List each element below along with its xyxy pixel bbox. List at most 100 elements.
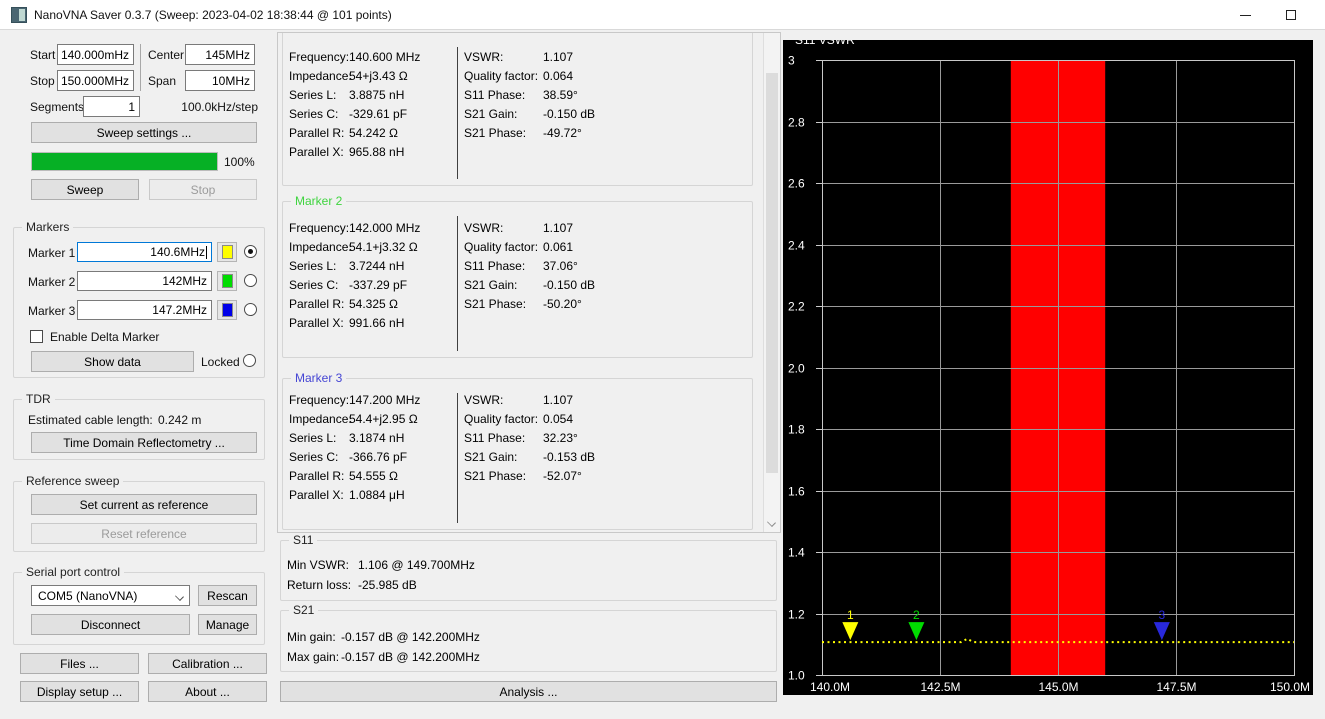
rescan-button[interactable]: Rescan — [198, 585, 257, 606]
sweep-settings-button[interactable]: Sweep settings ... — [31, 122, 257, 143]
field-label: Series C: — [289, 106, 339, 121]
detail-row: Max gain: -0.157 dB @ 142.200MHz — [287, 647, 480, 667]
x-axis-label: 150.0M — [1270, 680, 1310, 694]
field-value: 140.600 MHz — [349, 49, 421, 64]
marker3-color-swatch — [221, 303, 233, 317]
marker2-radio[interactable] — [244, 274, 257, 287]
maximize-button[interactable] — [1268, 0, 1313, 30]
detail-row: Quality factor: 0.061 — [464, 237, 595, 256]
maximize-icon — [1285, 10, 1296, 20]
field-value: -0.153 dB — [543, 449, 596, 464]
segments-input[interactable]: 1 — [83, 96, 140, 117]
field-value: 0.061 — [543, 239, 574, 254]
about-button[interactable]: About ... — [148, 681, 267, 702]
field-value: 1.107 — [543, 392, 574, 407]
s11-vswr-chart[interactable]: S11 VSWR 3 2.8 2.6 2.4 2.2 2.0 1.8 1.6 1.4 1.2 1.0 1… — [783, 33, 1313, 695]
detail-row: Frequency: 140.600 MHz — [289, 47, 420, 66]
marker3-radio[interactable] — [244, 303, 257, 316]
marker1-input[interactable]: 140.6MHz — [77, 242, 212, 262]
field-value: 54.4+j2.95 Ω — [349, 411, 418, 426]
manage-button[interactable]: Manage — [198, 614, 257, 635]
marker1-color-button[interactable] — [217, 242, 237, 262]
y-axis-label: 1.2 — [788, 608, 805, 622]
field-label: Series L: — [289, 87, 337, 102]
reset-reference-button[interactable]: Reset reference — [31, 523, 257, 544]
detail-row: VSWR: 1.107 — [464, 47, 595, 66]
field-value: 54.325 Ω — [349, 296, 399, 311]
sweep-button[interactable]: Sweep — [31, 179, 139, 200]
marker2-color-button[interactable] — [217, 271, 237, 291]
y-axis-label: 1.6 — [788, 485, 805, 499]
detail-row: Series L: 3.1874 nH — [289, 428, 420, 447]
field-label: Return loss: — [287, 578, 352, 592]
field-value: 0.054 — [543, 411, 574, 426]
locked-radio[interactable] — [243, 354, 256, 367]
detail-row: Parallel X: 965.88 nH — [289, 142, 420, 161]
detail-row: Return loss: -25.985 dB — [287, 575, 475, 595]
files-button[interactable]: Files ... — [20, 653, 139, 674]
marker-data-scrollarea: Frequency: 140.600 MHz Impedance: 54+j3.43 … — [277, 32, 781, 533]
chart-title: S11 VSWR — [795, 40, 855, 47]
vswr-chart-svg[interactable]: S11 VSWR32.82.62.42.22.01.81.61.41.21.01… — [783, 33, 1313, 695]
field-value: 54.555 Ω — [349, 468, 399, 483]
detail-row: S21 Phase: -49.72° — [464, 123, 595, 142]
app-icon-detail — [19, 9, 25, 21]
scrollbar-thumb[interactable] — [766, 73, 778, 473]
detail-row: Series C: -337.29 pF — [289, 275, 420, 294]
marker3-color-button[interactable] — [217, 300, 237, 320]
tdr-button[interactable]: Time Domain Reflectometry ... — [31, 432, 257, 453]
y-axis-label: 1.0 — [788, 669, 805, 683]
field-value: -0.157 dB @ 142.200MHz — [341, 630, 480, 644]
stop-button[interactable]: Stop — [149, 179, 257, 200]
y-axis-label: 2.8 — [788, 116, 805, 130]
serial-port-select[interactable]: COM5 (NanoVNA) — [31, 585, 190, 606]
detail-row: Series L: 3.7244 nH — [289, 256, 420, 275]
field-label: Impedance: — [289, 411, 352, 426]
minimize-button[interactable] — [1223, 0, 1268, 30]
marker3-detail-panel: Marker 3 Frequency: 147.200 MHz Impedance:… — [282, 371, 753, 530]
show-data-button[interactable]: Show data — [31, 351, 194, 372]
detail-row: Parallel R: 54.242 Ω — [289, 123, 420, 142]
marker2-left-column: Frequency: 142.000 MHz Impedance: 54.1+j3.3… — [289, 218, 420, 332]
marker3-detail-title: Marker 3 — [291, 371, 347, 385]
field-value: 965.88 nH — [349, 144, 405, 159]
scrollbar-down-icon[interactable] — [767, 518, 776, 527]
marker2-input[interactable]: 142MHz — [77, 271, 212, 291]
field-value: 1.107 — [543, 49, 574, 64]
detail-row: S21 Gain: -0.150 dB — [464, 104, 595, 123]
field-label: Parallel X: — [289, 487, 344, 502]
field-label: Quality factor: — [464, 68, 539, 83]
sweep-progress-bar — [31, 152, 218, 171]
field-value: 54.1+j3.32 Ω — [349, 239, 418, 254]
y-axis-label: 2.0 — [788, 362, 805, 376]
y-axis-label: 1.8 — [788, 423, 805, 437]
window-title: NanoVNA Saver 0.3.7 (Sweep: 2023-04-02 1… — [34, 8, 392, 22]
marker2-right-column: VSWR: 1.107 Quality factor: 0.061 S11 Phase:… — [464, 218, 595, 313]
calibration-button[interactable]: Calibration ... — [148, 653, 267, 674]
field-value: 54.242 Ω — [349, 125, 399, 140]
set-reference-button[interactable]: Set current as reference — [31, 494, 257, 515]
analysis-button[interactable]: Analysis ... — [280, 681, 777, 702]
start-input[interactable]: 140.000mHz — [57, 44, 134, 65]
display-setup-button[interactable]: Display setup ... — [20, 681, 139, 702]
center-input[interactable]: 145MHz — [185, 44, 255, 65]
field-label: Max gain: — [287, 650, 340, 664]
stop-input[interactable]: 150.000MHz — [57, 70, 134, 91]
field-label: S11 Phase: — [464, 258, 526, 273]
field-value: 142.000 MHz — [349, 220, 421, 235]
detail-row: Frequency: 142.000 MHz — [289, 218, 420, 237]
marker1-radio[interactable] — [244, 245, 257, 258]
disconnect-button[interactable]: Disconnect — [31, 614, 190, 635]
vertical-scrollbar[interactable] — [763, 33, 780, 532]
delta-marker-checkbox[interactable] — [30, 330, 43, 343]
cable-length-value: 0.242 m — [158, 413, 202, 427]
field-value: 1.106 @ 149.700MHz — [358, 558, 475, 572]
field-label: Parallel R: — [289, 468, 345, 483]
span-input[interactable]: 10MHz — [185, 70, 255, 91]
marker3-input[interactable]: 147.2MHz — [77, 300, 212, 320]
field-value: 3.7244 nH — [349, 258, 405, 273]
progress-fill — [32, 153, 217, 170]
field-value: 38.59° — [543, 87, 578, 102]
detail-row: S21 Gain: -0.153 dB — [464, 447, 595, 466]
marker3-right-column: VSWR: 1.107 Quality factor: 0.054 S11 Phase:… — [464, 390, 595, 485]
